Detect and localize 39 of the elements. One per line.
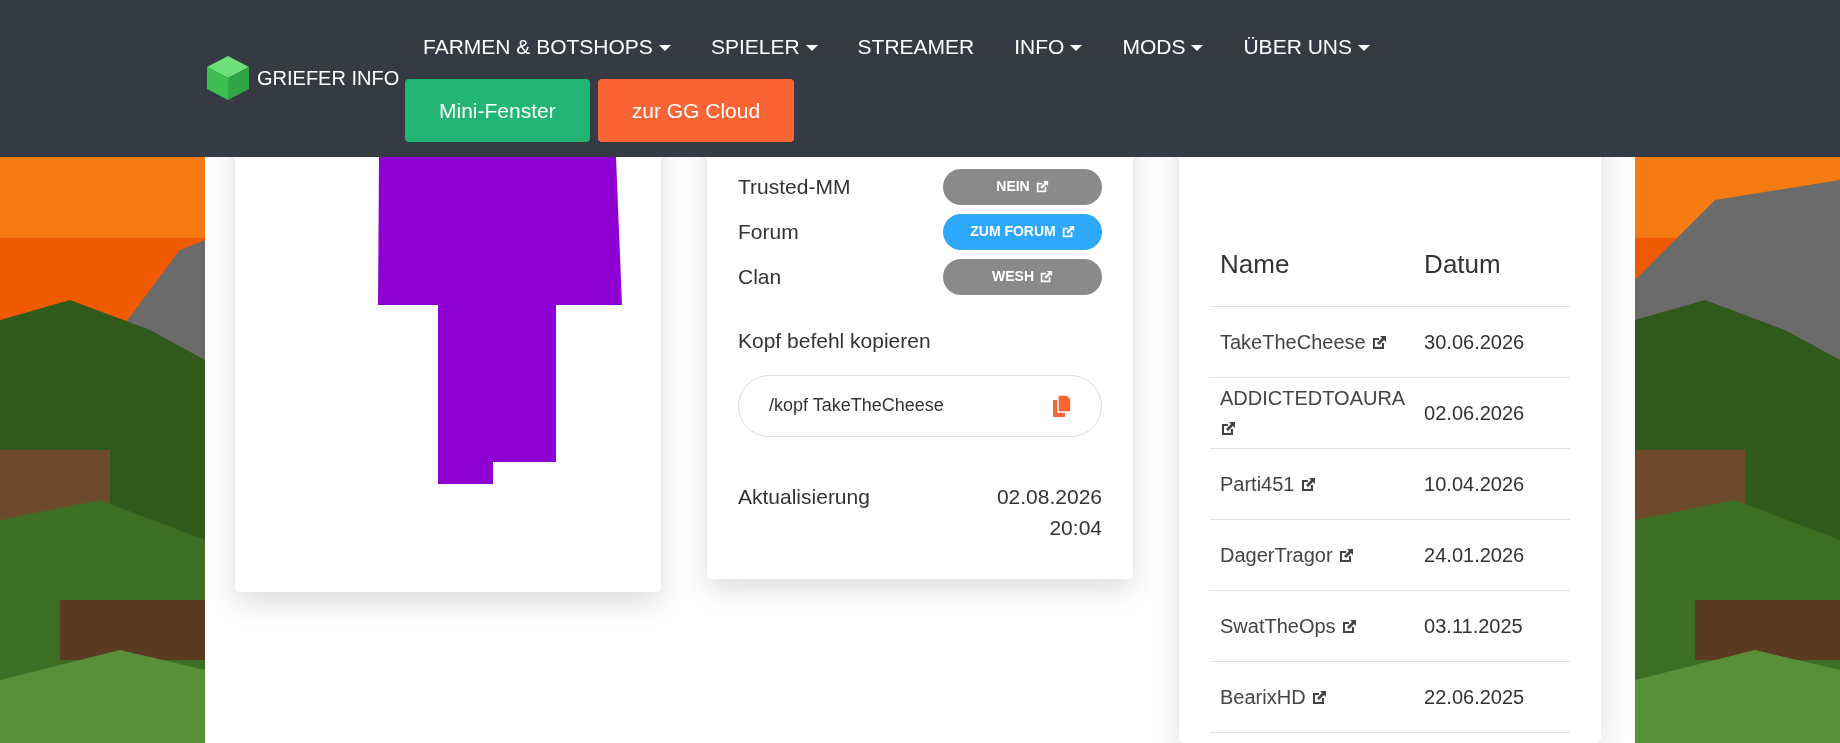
name-link[interactable]: DagerTragor <box>1220 544 1333 566</box>
external-link-icon <box>1371 335 1388 351</box>
date-cell: 02.06.2026 <box>1414 377 1570 449</box>
brand-link[interactable]: GRIEFER INFO <box>257 63 400 93</box>
column-header: Name <box>1210 245 1415 307</box>
external-link-icon <box>1341 619 1358 635</box>
nav-link[interactable]: SPIELER <box>692 33 836 61</box>
nav-link[interactable]: ÜBER UNS <box>1225 33 1388 61</box>
external-link-icon <box>1034 179 1049 194</box>
field-label: Forum <box>738 218 799 245</box>
external-link-icon <box>1060 224 1075 239</box>
date-cell: 03.11.2025 <box>1414 590 1570 662</box>
external-link-icon <box>1300 477 1317 493</box>
update-label: Aktualisierung <box>738 483 870 510</box>
name-link[interactable]: Parti451 <box>1220 473 1295 495</box>
name-link[interactable]: BearixHD <box>1220 686 1306 708</box>
name-link[interactable]: ADDICTEDTOAURA <box>1220 387 1405 409</box>
nav-link[interactable]: MODS <box>1104 33 1222 61</box>
copy-icon[interactable] <box>1053 394 1071 417</box>
field-label: Trusted-MM <box>738 173 851 200</box>
name-link[interactable]: SwatTheOps <box>1220 615 1336 637</box>
nav-link[interactable]: FARMEN & BOTSHOPS <box>405 33 689 61</box>
field-label: Clan <box>738 263 782 290</box>
name-link[interactable]: TakeTheCheese <box>1220 331 1366 353</box>
external-link-icon <box>1311 690 1328 706</box>
date-cell: 30.06.2026 <box>1414 306 1570 378</box>
external-link-icon <box>1039 269 1053 284</box>
column-header: Datum <box>1414 245 1570 307</box>
update-time: 20:04 <box>1048 515 1102 541</box>
nav-link[interactable]: INFO <box>996 33 1101 61</box>
cube-logo-icon[interactable] <box>207 56 249 100</box>
external-link-icon <box>1220 421 1236 437</box>
date-cell: 22.06.2025 <box>1414 661 1570 733</box>
field-label: Kopf befehl kopieren <box>738 328 932 354</box>
date-cell: 24.01.2026 <box>1414 519 1570 591</box>
update-date: 02.08.2026 <box>996 483 1102 510</box>
nav-link[interactable]: STREAMER <box>839 33 993 61</box>
external-link-icon <box>1338 548 1355 564</box>
date-cell: 10.04.2026 <box>1414 448 1570 520</box>
